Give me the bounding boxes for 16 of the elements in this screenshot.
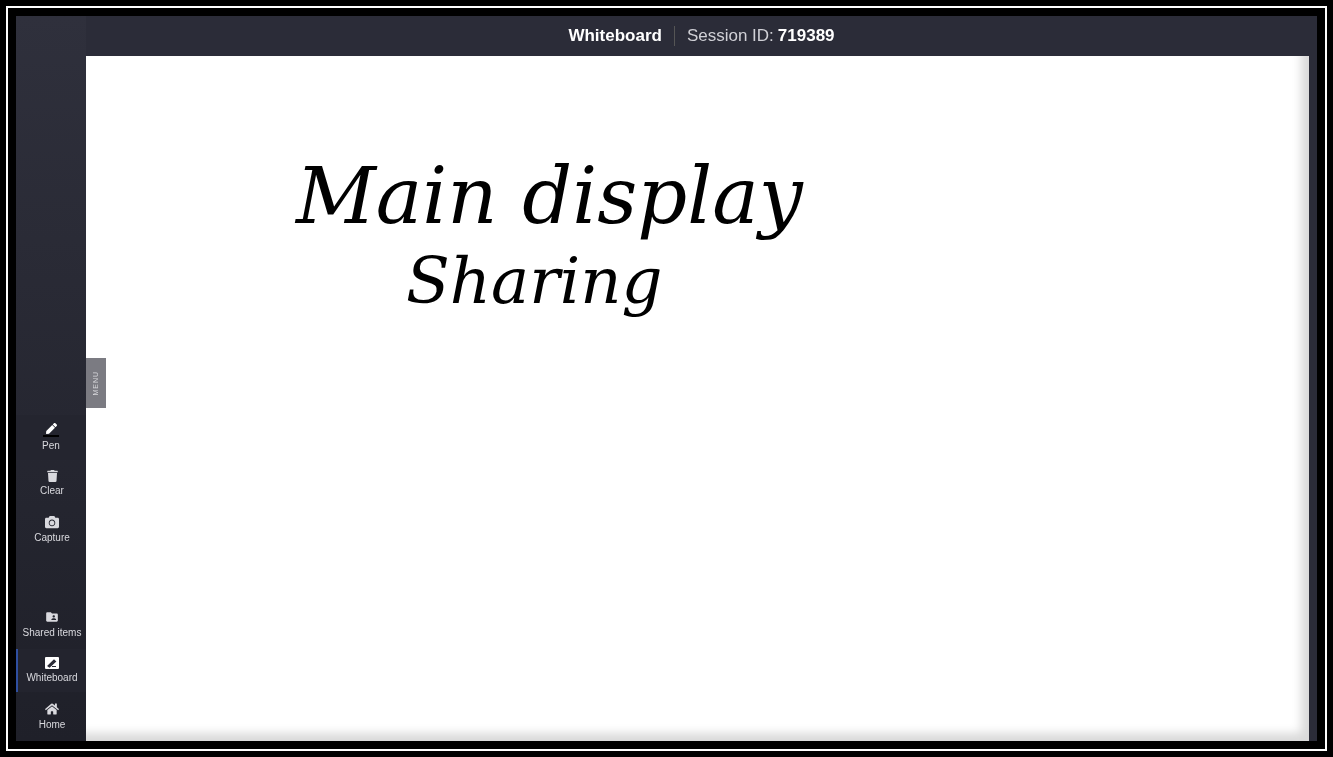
camera-icon [45, 515, 59, 529]
pen-icon [45, 423, 57, 434]
trash-icon [46, 470, 58, 482]
handwritten-text: Sharing [406, 243, 663, 320]
nav-button[interactable]: Whiteboard [16, 649, 86, 692]
nav-button[interactable]: Shared items [16, 602, 86, 647]
session-id: 719389 [777, 25, 835, 48]
home-icon [45, 702, 59, 716]
app-title: Whiteboard [568, 25, 662, 48]
tool-button[interactable]: Clear [16, 462, 86, 505]
nav-button[interactable]: Home [16, 694, 86, 739]
handwritten-text: Main display [296, 151, 803, 241]
tool-button[interactable]: Capture [16, 507, 86, 552]
whiteboard-icon [45, 657, 59, 669]
folder-icon [45, 610, 59, 624]
session-label: Session ID: [686, 25, 774, 48]
